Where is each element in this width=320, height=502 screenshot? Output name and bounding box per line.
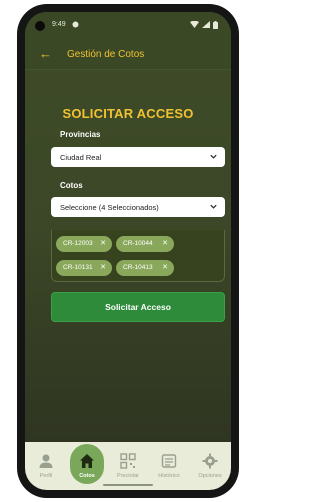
cotos-multiselect[interactable]: Seleccione (4 Seleccionados): [51, 197, 225, 217]
remove-chip-icon[interactable]: ✕: [100, 260, 106, 276]
remove-chip-icon[interactable]: ✕: [162, 236, 168, 252]
coto-chip-label: CR-12003: [63, 240, 93, 247]
nav-label-cotos: Cotos: [79, 473, 95, 479]
app-bar-title: Gestión de Cotos: [67, 49, 145, 60]
cotos-selected-summary: Seleccione (4 Seleccionados): [60, 203, 159, 212]
nav-item-perfil[interactable]: Perfil: [26, 442, 66, 490]
chevron-down-icon: [210, 204, 217, 209]
provincias-label: Provincias: [60, 130, 101, 139]
wifi-icon: [190, 20, 199, 31]
camera-cutout: [35, 21, 45, 31]
history-icon: [161, 454, 177, 468]
provincia-select[interactable]: Ciudad Real: [51, 147, 225, 167]
coto-chip[interactable]: CR-10131 ✕: [56, 260, 112, 276]
home-indicator: [103, 484, 153, 486]
app-screen: 9:49 ← Gestión de Cotos SOLICITAR ACCESO…: [25, 12, 231, 490]
back-arrow-icon[interactable]: ←: [39, 46, 52, 62]
person-icon: [39, 454, 53, 468]
nav-label-precintar: Precintar: [116, 473, 139, 479]
status-bar: 9:49: [25, 12, 231, 40]
nav-label-opciones: Opciones: [198, 473, 222, 479]
status-time: 9:49: [52, 21, 66, 28]
battery-icon: [213, 21, 218, 32]
chevron-down-icon: [210, 154, 217, 159]
coto-chip-label: CR-10413: [123, 264, 153, 271]
nav-label-historico: Histórico: [158, 473, 180, 479]
nav-item-precintar[interactable]: Precintar: [108, 442, 148, 490]
coto-chip[interactable]: CR-10044 ✕: [116, 236, 174, 252]
remove-chip-icon[interactable]: ✕: [162, 260, 168, 276]
home-icon: [80, 454, 94, 468]
nav-label-perfil: Perfil: [39, 473, 53, 479]
cotos-label: Cotos: [60, 181, 83, 190]
signal-icon: [202, 21, 210, 31]
coto-chip-label: CR-10044: [123, 240, 153, 247]
solicitar-acceso-button[interactable]: Solicitar Acceso: [51, 292, 225, 322]
notification-icon: [72, 21, 79, 31]
nav-item-cotos[interactable]: Cotos: [67, 442, 107, 490]
coto-chip[interactable]: CR-10413 ✕: [116, 260, 174, 276]
nav-item-historico[interactable]: Histórico: [149, 442, 189, 490]
selected-cotos-list: CR-12003 ✕ CR-10044 ✕ CR-10131 ✕ CR-1041…: [51, 230, 225, 282]
coto-chip[interactable]: CR-12003 ✕: [56, 236, 112, 252]
nav-item-opciones[interactable]: Opciones: [190, 442, 230, 490]
provincia-selected-value: Ciudad Real: [60, 153, 102, 162]
remove-chip-icon[interactable]: ✕: [100, 236, 106, 252]
page-title: SOLICITAR ACCESO: [62, 106, 194, 121]
qr-code-icon: [120, 453, 136, 469]
app-bar: ← Gestión de Cotos: [25, 40, 231, 70]
bottom-navigation: Perfil Cotos Precintar Histórico Opcione…: [25, 442, 231, 490]
gear-icon: [202, 453, 218, 469]
coto-chip-label: CR-10131: [63, 264, 93, 271]
